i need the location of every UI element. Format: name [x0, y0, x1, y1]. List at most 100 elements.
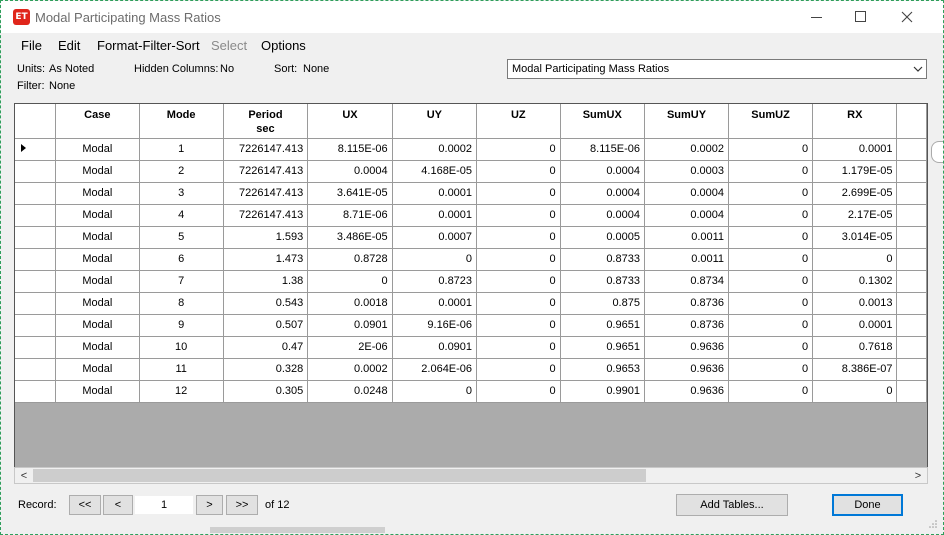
menu-edit[interactable]: Edit — [58, 38, 80, 53]
table-cell[interactable]: 2E-06 — [307, 336, 393, 359]
table-cell[interactable]: 0 — [476, 226, 561, 249]
menu-format-filter-sort[interactable]: Format-Filter-Sort — [97, 38, 200, 53]
table-cell[interactable]: 0.0003 — [644, 160, 730, 183]
side-panel-handle-icon[interactable] — [931, 141, 943, 163]
table-cell[interactable]: 8.386E-07 — [812, 358, 898, 381]
table-cell[interactable]: 0 — [392, 248, 478, 271]
table-cell[interactable]: 8.115E-06 — [307, 138, 393, 161]
table-cell[interactable]: 11 — [139, 358, 224, 381]
title-bar[interactable]: ET Modal Participating Mass Ratios — [1, 1, 943, 33]
table-cell[interactable]: 0.8736 — [644, 314, 730, 337]
table-cell[interactable]: 9.16E-06 — [392, 314, 478, 337]
row-selector[interactable] — [15, 314, 56, 337]
column-header-sumuy[interactable]: SumUY — [644, 104, 730, 139]
next-record-button[interactable]: > — [196, 495, 223, 515]
row-selector[interactable] — [15, 292, 56, 315]
table-cell[interactable]: 0 — [812, 248, 898, 271]
table-cell[interactable]: Modal — [55, 160, 140, 183]
table-row[interactable]: Modal 8 0.543 0.0018 0.0001 0 0.875 0.8736 0 0.00… — [15, 292, 927, 315]
table-cell[interactable]: Modal — [55, 314, 140, 337]
table-cell[interactable]: 1 — [139, 138, 224, 161]
table-cell[interactable]: 0 — [476, 270, 561, 293]
table-cell[interactable]: 0 — [728, 204, 814, 227]
table-cell[interactable]: 0.9901 — [560, 380, 645, 403]
table-cell[interactable]: 0 — [476, 138, 561, 161]
row-selector[interactable] — [15, 160, 56, 183]
table-cell[interactable]: 0 — [728, 270, 814, 293]
table-cell[interactable]: 0.0002 — [392, 138, 478, 161]
table-row[interactable]: Modal 7 1.38 0 0.8723 0 0.8733 0.8734 0 0.1302 — [15, 270, 927, 293]
table-row[interactable]: Modal 6 1.473 0.8728 0 0 0.8733 0.0011 0 0 — [15, 248, 927, 271]
table-cell[interactable]: 0.0004 — [560, 204, 645, 227]
row-selector[interactable] — [15, 138, 56, 161]
table-cell[interactable]: 2.064E-06 — [392, 358, 478, 381]
table-cell[interactable]: 3.014E-05 — [812, 226, 898, 249]
table-cell[interactable]: 0.9651 — [560, 336, 645, 359]
table-cell[interactable]: 2.17E-05 — [812, 204, 898, 227]
minimize-button[interactable] — [795, 5, 841, 29]
table-cell[interactable]: 0.0018 — [307, 292, 393, 315]
table-cell[interactable]: 0.328 — [223, 358, 309, 381]
table-cell[interactable]: 0.0001 — [812, 138, 898, 161]
table-cell[interactable]: 6 — [139, 248, 224, 271]
table-cell[interactable]: 0 — [476, 358, 561, 381]
header-corner[interactable] — [15, 104, 56, 139]
table-cell[interactable]: 2 — [139, 160, 224, 183]
table-cell[interactable]: 0.0013 — [812, 292, 898, 315]
table-cell[interactable]: 0.0004 — [644, 204, 730, 227]
table-cell[interactable]: Modal — [55, 380, 140, 403]
table-cell[interactable]: 0.8728 — [307, 248, 393, 271]
table-cell[interactable]: 0 — [728, 182, 814, 205]
table-cell[interactable]: Modal — [55, 292, 140, 315]
table-cell[interactable]: 9 — [139, 314, 224, 337]
table-row[interactable]: Modal 5 1.593 3.486E-05 0.0007 0 0.0005 0.0011 0… — [15, 226, 927, 249]
table-cell[interactable]: 1.179E-05 — [812, 160, 898, 183]
table-cell[interactable]: 0 — [476, 292, 561, 315]
table-row[interactable]: Modal 3 7226147.413 3.641E-05 0.0001 0 0.0004 0… — [15, 182, 927, 205]
row-selector[interactable] — [15, 358, 56, 381]
table-row[interactable]: Modal 9 0.507 0.0901 9.16E-06 0 0.9651 0.8736 0 0… — [15, 314, 927, 337]
table-cell[interactable]: 0 — [728, 226, 814, 249]
table-cell[interactable]: 0.0004 — [644, 182, 730, 205]
table-cell[interactable]: Modal — [55, 204, 140, 227]
table-cell[interactable]: 0.0004 — [560, 160, 645, 183]
table-cell[interactable]: 0.875 — [560, 292, 645, 315]
table-cell[interactable]: 0 — [812, 380, 898, 403]
table-cell[interactable]: 0 — [728, 138, 814, 161]
table-cell[interactable]: 8 — [139, 292, 224, 315]
table-cell[interactable]: 0.0248 — [307, 380, 393, 403]
table-cell[interactable]: 4.168E-05 — [392, 160, 478, 183]
column-header-ux[interactable]: UX — [307, 104, 393, 139]
table-cell[interactable]: 0 — [307, 270, 393, 293]
table-cell[interactable]: 0.0005 — [560, 226, 645, 249]
table-cell[interactable]: 0.1302 — [812, 270, 898, 293]
table-cell[interactable]: 7226147.413 — [223, 182, 309, 205]
row-selector[interactable] — [15, 226, 56, 249]
table-cell[interactable]: 7226147.413 — [223, 138, 309, 161]
menu-options[interactable]: Options — [261, 38, 306, 53]
table-cell[interactable]: 0.0011 — [644, 226, 730, 249]
table-cell[interactable]: 0 — [476, 204, 561, 227]
last-record-button[interactable]: >> — [226, 495, 258, 515]
table-cell[interactable]: Modal — [55, 358, 140, 381]
menu-file[interactable]: File — [21, 38, 42, 53]
maximize-button[interactable] — [839, 5, 885, 29]
data-grid[interactable]: Case Mode Period sec UX UY UZ SumUX SumUY SumUZ RX… — [14, 103, 928, 468]
table-cell[interactable]: 0 — [728, 314, 814, 337]
record-number-input[interactable]: 1 — [135, 496, 193, 514]
table-cell[interactable]: Modal — [55, 270, 140, 293]
table-cell[interactable]: 7 — [139, 270, 224, 293]
column-header-mode[interactable]: Mode — [139, 104, 224, 139]
table-cell[interactable]: 0 — [392, 380, 478, 403]
table-cell[interactable]: 0 — [728, 292, 814, 315]
resize-grip-icon[interactable] — [929, 520, 937, 528]
table-cell[interactable]: 0.8734 — [644, 270, 730, 293]
scroll-left-arrow-icon[interactable]: < — [16, 469, 32, 483]
table-cell[interactable]: 8.71E-06 — [307, 204, 393, 227]
table-cell[interactable]: 3 — [139, 182, 224, 205]
table-cell[interactable]: 3.486E-05 — [307, 226, 393, 249]
table-cell[interactable]: 0 — [476, 182, 561, 205]
table-cell[interactable]: 0 — [476, 336, 561, 359]
table-row[interactable]: Modal 12 0.305 0.0248 0 0 0.9901 0.9636 0 0 — [15, 380, 927, 403]
table-cell[interactable]: 12 — [139, 380, 224, 403]
